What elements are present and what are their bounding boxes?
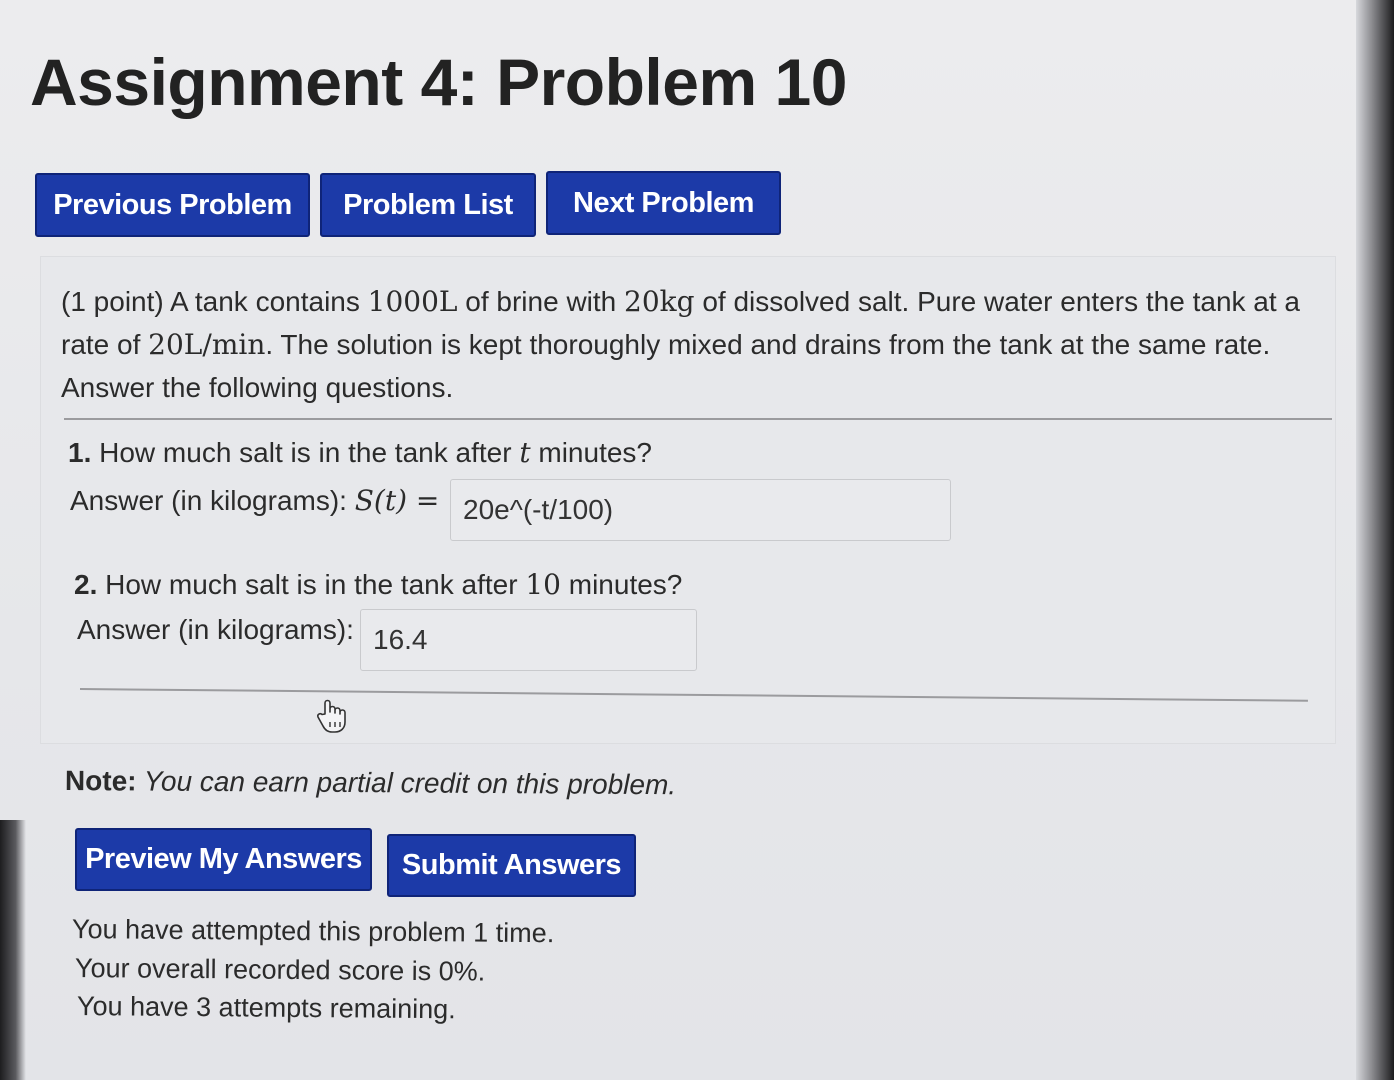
next-problem-button[interactable]: Next Problem (546, 171, 781, 235)
note-text: You can earn partial credit on this prob… (136, 765, 677, 801)
partial-credit-note: Note: You can earn partial credit on thi… (65, 765, 676, 801)
page-title: Assignment 4: Problem 10 (30, 45, 847, 119)
question-text: How much salt is in the tank after (91, 437, 520, 468)
submit-answers-button[interactable]: Submit Answers (387, 834, 636, 897)
points-label: (1 point) (61, 286, 164, 317)
question-text: minutes? (530, 437, 652, 468)
statement-text: A tank contains (163, 286, 368, 317)
problem-statement: (1 point) A tank contains 1000L of brine… (61, 280, 1341, 409)
question-math: 10 (525, 568, 561, 601)
rate-math: 20L/min (148, 328, 266, 361)
answer-math: S(t) = (354, 484, 440, 517)
attempts-status: You have attempted this problem 1 time. (71, 914, 555, 949)
problem-list-button[interactable]: Problem List (320, 173, 536, 237)
answer-1-label: Answer (in kilograms): S(t) = (70, 484, 439, 517)
remaining-status: You have 3 attempts remaining. (76, 991, 456, 1025)
question-number: 1. (68, 437, 92, 468)
screen: Assignment 4: Problem 10 Previous Proble… (0, 0, 1394, 1080)
previous-problem-button[interactable]: Previous Problem (35, 173, 310, 237)
answer-2-label: Answer (in kilograms): (77, 614, 354, 645)
answer-2-input[interactable]: 16.4 (360, 609, 697, 671)
question-text: How much salt is in the tank after (97, 569, 526, 600)
score-status: Your overall recorded score is 0%. (74, 953, 486, 987)
question-math: t (519, 436, 531, 469)
preview-answers-button[interactable]: Preview My Answers (75, 828, 372, 891)
question-number: 2. (74, 569, 98, 600)
question-1: 1. How much salt is in the tank after t … (68, 436, 652, 469)
divider (64, 418, 1332, 420)
question-2: 2. How much salt is in the tank after 10… (74, 568, 682, 601)
question-text: minutes? (560, 569, 683, 600)
answer-1-input[interactable]: 20e^(-t/100) (450, 479, 951, 541)
note-label: Note: (64, 765, 137, 797)
answer-label-text: Answer (in kilograms): (70, 485, 355, 516)
hand-pointer-icon (314, 698, 348, 742)
statement-text: of brine with (457, 286, 625, 317)
monitor-bezel (0, 820, 26, 1080)
salt-math: 20kg (624, 285, 695, 318)
monitor-bezel (1356, 0, 1394, 1080)
volume-math: 1000L (367, 285, 458, 318)
